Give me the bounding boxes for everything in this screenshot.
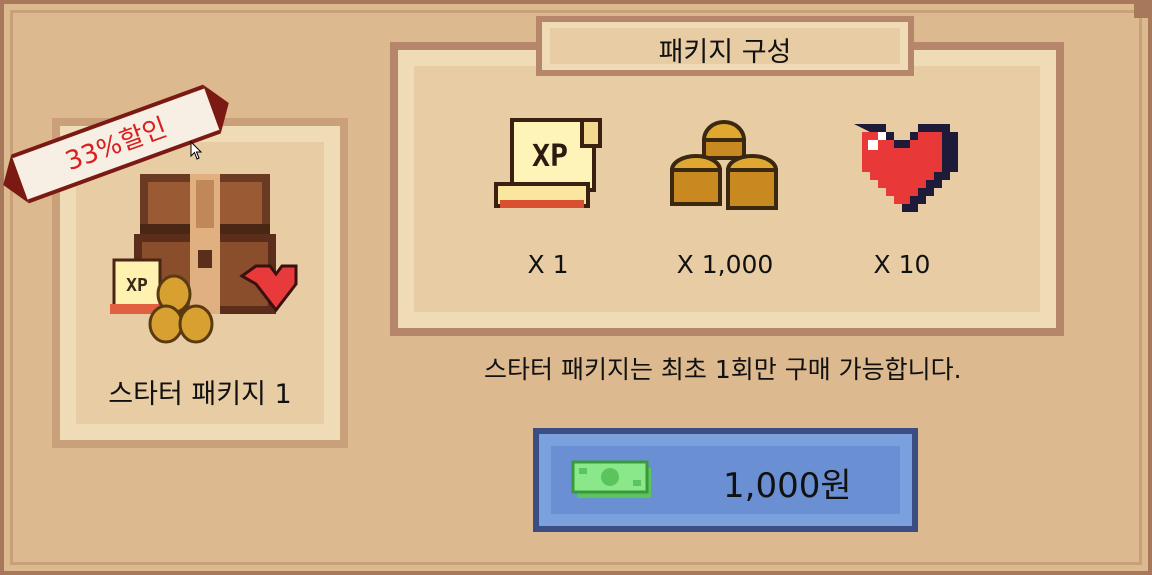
item-qty-gold: X 1,000	[676, 250, 774, 279]
treasure-chest-icon: XP	[110, 174, 298, 344]
item-qty-heart: X 10	[873, 250, 931, 279]
contents-title: 패키지 구성	[658, 37, 792, 68]
svg-text:XP: XP	[532, 139, 568, 174]
price-label: 1,000원	[723, 466, 852, 506]
package-name: 스타터 패키지 1	[108, 379, 292, 410]
heart-icon	[854, 124, 958, 212]
contents-title-tab: 패키지 구성	[536, 16, 914, 76]
item-qty-xp: X 1	[527, 250, 569, 279]
cash-icon	[571, 460, 651, 498]
gold-coins-icon	[670, 120, 778, 210]
svg-text:XP: XP	[126, 275, 148, 296]
purchase-button[interactable]: 1,000원	[533, 428, 918, 532]
purchase-limit-notice: 스타터 패키지는 최초 1회만 구매 가능합니다.	[484, 355, 962, 384]
close-corner[interactable]	[1134, 0, 1152, 18]
xp-scroll-icon: XP	[494, 118, 602, 208]
mouse-cursor-icon	[190, 141, 203, 160]
